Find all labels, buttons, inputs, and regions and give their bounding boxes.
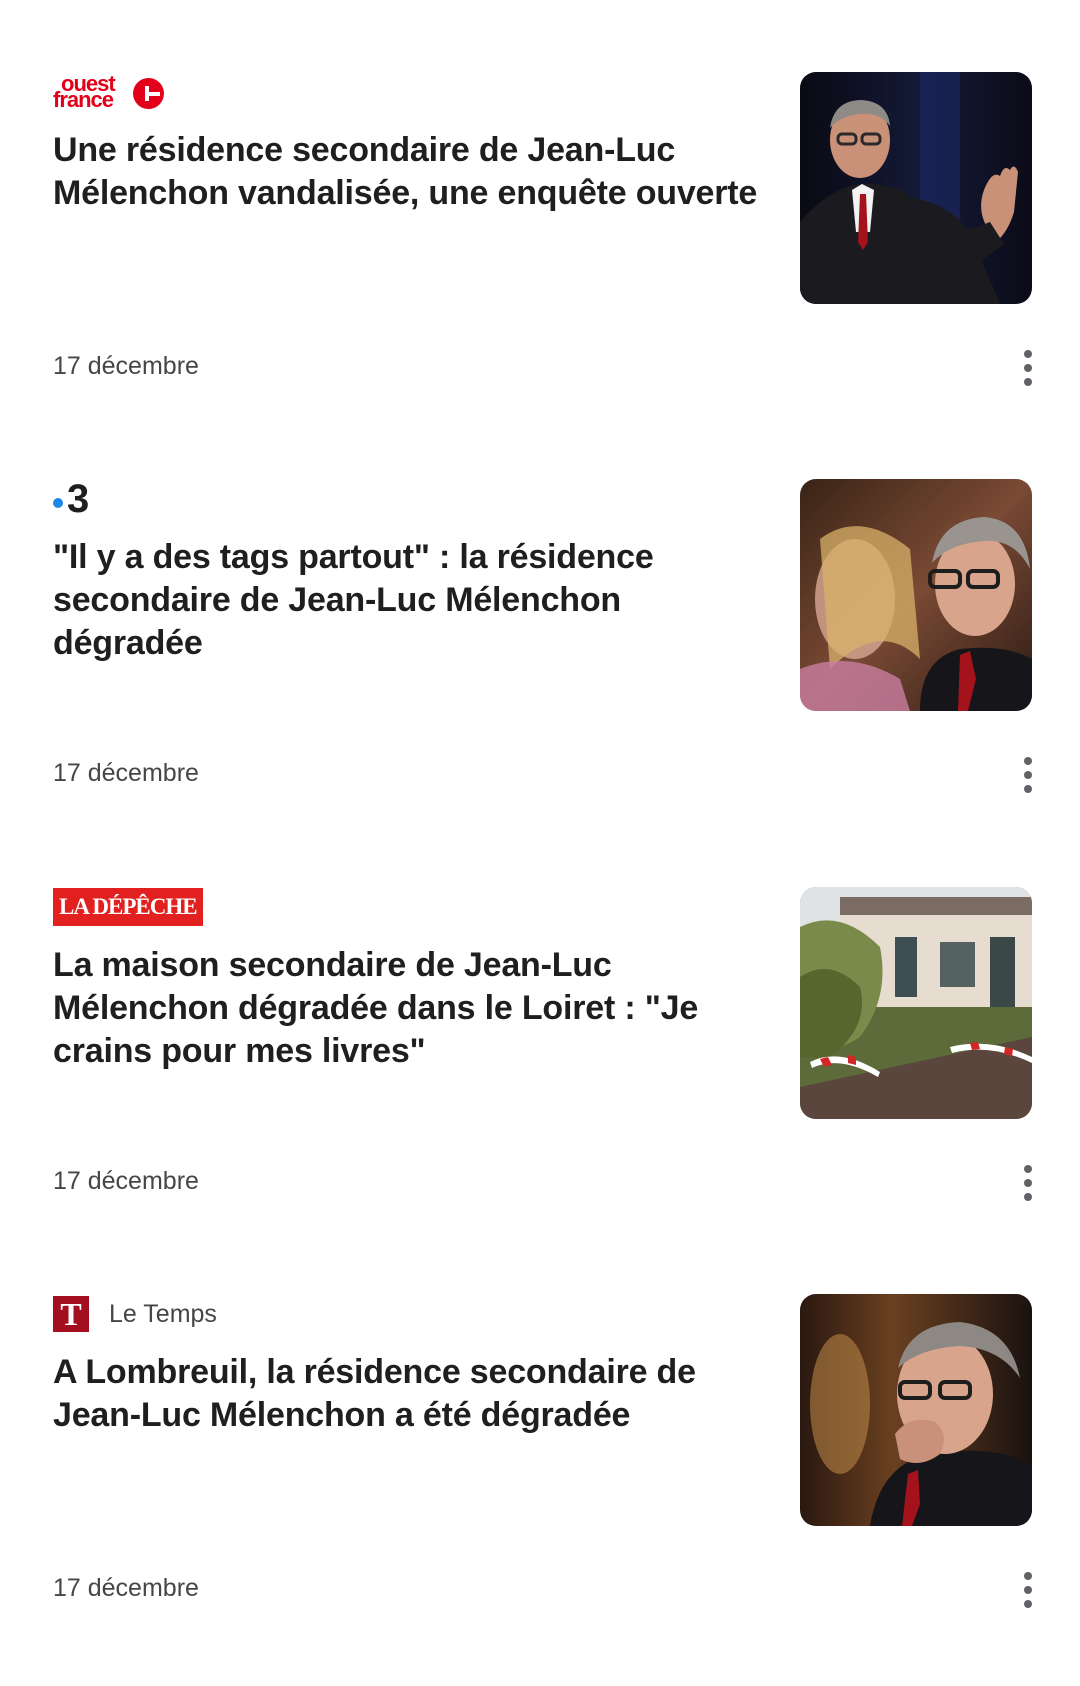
article-headline[interactable]: "Il y a des tags partout" : la résidence… (53, 536, 773, 665)
article-headline[interactable]: La maison secondaire de Jean-Luc Mélench… (53, 944, 773, 1073)
photo-house-garden-icon (800, 887, 1032, 1119)
article-headline[interactable]: A Lombreuil, la résidence secondaire de … (53, 1351, 773, 1437)
more-vert-icon[interactable] (1008, 346, 1048, 390)
article-headline[interactable]: Une résidence secondaire de Jean-Luc Mél… (53, 129, 773, 215)
la-depeche-logo: LA DÉPÊCHE (53, 888, 203, 926)
france-3-logo: 3 (53, 479, 89, 519)
more-vert-icon[interactable] (1008, 753, 1048, 797)
source-name: Le Temps (109, 1299, 217, 1328)
photo-portrait-thinking-icon (800, 1294, 1032, 1526)
article-date: 17 décembre (53, 1574, 199, 1602)
article-card[interactable]: 3 "Il y a des tags partout" : la résiden… (0, 479, 1080, 871)
article-thumbnail[interactable] (800, 479, 1032, 711)
source-logo-france-3: 3 (53, 479, 89, 519)
article-date: 17 décembre (53, 1167, 199, 1195)
logo-wordmark-line2: france (53, 87, 114, 112)
logo-wordmark: 3 (67, 477, 90, 521)
article-card[interactable]: T Le Temps A Lombreuil, la résidence sec… (0, 1294, 1080, 1686)
source-logo-ouest-france: ouest france (53, 72, 165, 112)
more-vert-icon[interactable] (1008, 1161, 1048, 1205)
more-vert-icon[interactable] (1008, 1568, 1048, 1612)
article-thumbnail[interactable] (800, 887, 1032, 1119)
france-3-dot-icon (53, 498, 63, 508)
article-thumbnail[interactable] (800, 1294, 1032, 1526)
le-temps-mark-icon: T (53, 1296, 89, 1332)
article-card[interactable]: LA DÉPÊCHE La maison secondaire de Jean-… (0, 887, 1080, 1279)
article-thumbnail[interactable] (800, 72, 1032, 304)
source-logo-le-temps: T Le Temps (53, 1294, 217, 1334)
ouest-france-logo: ouest france (53, 72, 165, 112)
photo-portrait-icon (800, 479, 1032, 711)
le-temps-logo: T Le Temps (53, 1296, 217, 1332)
article-date: 17 décembre (53, 352, 199, 380)
photo-man-speaking-icon (800, 72, 1032, 304)
article-card[interactable]: ouest france Une résidence secondaire de… (0, 72, 1080, 464)
ouest-france-mark-icon (133, 78, 164, 109)
article-date: 17 décembre (53, 759, 199, 787)
source-logo-la-depeche: LA DÉPÊCHE (53, 887, 203, 927)
